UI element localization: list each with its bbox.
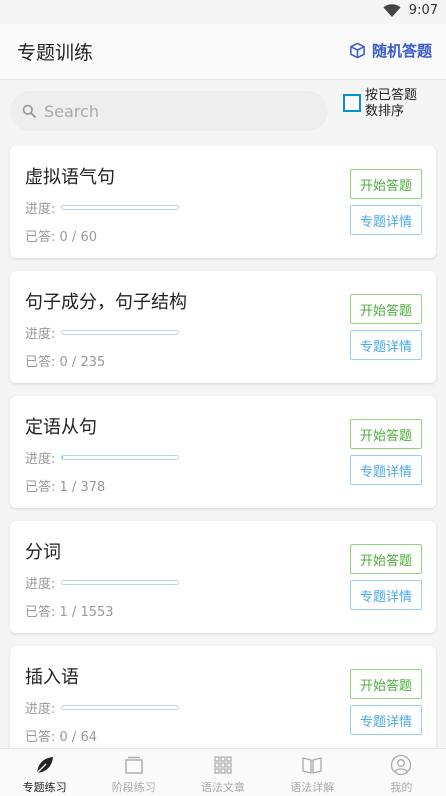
- topic-detail-button[interactable]: 专题详情: [350, 455, 422, 485]
- bottom-nav: 专题练习 阶段练习 语法文章 语法详解 我的: [0, 748, 446, 796]
- answered-count: 已答: 0 / 64: [25, 726, 97, 745]
- nav-stage-practice[interactable]: 阶段练习: [89, 749, 178, 796]
- search-input[interactable]: [44, 101, 304, 121]
- progress-bar: [61, 455, 180, 460]
- nav-mine[interactable]: 我的: [357, 749, 446, 796]
- search-box[interactable]: [10, 91, 328, 131]
- nav-label: 专题练习: [22, 781, 67, 794]
- nav-label: 语法详解: [290, 781, 335, 794]
- nav-grammar-articles[interactable]: 语法文章: [178, 749, 267, 796]
- status-time: 9:07: [408, 3, 438, 18]
- progress-label: 进度:: [25, 577, 56, 592]
- answered-count: 已答: 0 / 60: [25, 226, 97, 245]
- start-answer-button[interactable]: 开始答题: [350, 544, 422, 574]
- progress-bar: [61, 580, 180, 585]
- progress-bar: [61, 330, 180, 335]
- topic-list[interactable]: 虚拟语气句 进度: 已答: 0 / 60 开始答题 专题详情 句子成分，句子结构…: [0, 146, 446, 748]
- topic-title: 句子成分，句子结构: [25, 292, 187, 313]
- cube-icon: [350, 42, 365, 59]
- topic-title: 插入语: [25, 667, 79, 688]
- answered-label: 已答:: [25, 605, 56, 620]
- answered-label: 已答:: [25, 730, 56, 745]
- progress-row: 进度:: [25, 323, 180, 342]
- answered-count: 已答: 1 / 378: [25, 476, 105, 495]
- topic-card[interactable]: 虚拟语气句 进度: 已答: 0 / 60 开始答题 专题详情: [10, 146, 436, 258]
- topic-detail-button[interactable]: 专题详情: [350, 580, 422, 610]
- random-answer-label: 随机答题: [371, 42, 432, 60]
- status-right: 9:07: [383, 3, 438, 18]
- topic-card[interactable]: 分词 进度: 已答: 1 / 1553 开始答题 专题详情: [10, 521, 436, 633]
- topic-detail-button[interactable]: 专题详情: [350, 205, 422, 235]
- progress-row: 进度:: [25, 198, 180, 217]
- topic-card[interactable]: 句子成分，句子结构 进度: 已答: 0 / 235 开始答题 专题详情: [10, 271, 436, 383]
- answered-label: 已答:: [25, 480, 56, 495]
- progress-row: 进度:: [25, 448, 180, 467]
- answered-value: 0 / 64: [59, 730, 97, 745]
- topic-title: 定语从句: [25, 417, 97, 438]
- start-answer-button[interactable]: 开始答题: [350, 419, 422, 449]
- search-icon: [22, 104, 36, 118]
- topic-card[interactable]: 插入语 进度: 已答: 0 / 64 开始答题 专题详情: [10, 646, 436, 748]
- start-answer-button[interactable]: 开始答题: [350, 669, 422, 699]
- answered-label: 已答:: [25, 355, 56, 370]
- random-answer-button[interactable]: 随机答题: [349, 40, 432, 61]
- answered-value: 0 / 235: [59, 355, 106, 370]
- answered-count: 已答: 0 / 235: [25, 351, 105, 370]
- progress-row: 进度:: [25, 573, 180, 592]
- progress-bar: [61, 705, 180, 710]
- sort-by-answered-toggle[interactable]: 按已答题数排序: [343, 88, 429, 120]
- topic-detail-button[interactable]: 专题详情: [350, 330, 422, 360]
- nav-label: 我的: [390, 781, 413, 794]
- answered-value: 1 / 1553: [59, 605, 114, 620]
- start-answer-button[interactable]: 开始答题: [350, 294, 422, 324]
- grid-icon: [214, 756, 232, 774]
- topic-card[interactable]: 定语从句 进度: 已答: 1 / 378 开始答题 专题详情: [10, 396, 436, 508]
- search-row: 按已答题数排序: [0, 88, 446, 136]
- leaf-icon: [36, 757, 53, 774]
- wifi-icon: [383, 3, 401, 17]
- sort-label: 按已答题数排序: [365, 88, 418, 119]
- user-icon: [391, 754, 412, 776]
- app-header: 专题训练 随机答题: [0, 24, 446, 80]
- progress-row: 进度:: [25, 698, 180, 717]
- start-answer-button[interactable]: 开始答题: [350, 169, 422, 199]
- progress-bar: [61, 205, 180, 210]
- nav-label: 语法文章: [201, 781, 245, 794]
- sort-checkbox[interactable]: [343, 94, 361, 112]
- answered-count: 已答: 1 / 1553: [25, 601, 114, 620]
- topic-title: 虚拟语气句: [25, 167, 115, 188]
- answered-value: 1 / 378: [59, 480, 106, 495]
- nav-grammar-explained[interactable]: 语法详解: [268, 749, 357, 796]
- nav-label: 阶段练习: [111, 781, 156, 794]
- progress-label: 进度:: [25, 327, 56, 342]
- topic-detail-button[interactable]: 专题详情: [350, 705, 422, 735]
- progress-label: 进度:: [25, 202, 56, 217]
- progress-label: 进度:: [25, 452, 56, 467]
- page-title: 专题训练: [17, 42, 94, 64]
- answered-value: 0 / 60: [59, 230, 97, 245]
- answered-label: 已答:: [25, 230, 56, 245]
- nav-topic-practice[interactable]: 专题练习: [0, 749, 89, 796]
- status-bar: 9:07: [0, 0, 446, 24]
- book-icon: [302, 757, 322, 774]
- topic-title: 分词: [25, 542, 61, 563]
- stack-icon: [125, 756, 143, 774]
- progress-label: 进度:: [25, 702, 56, 717]
